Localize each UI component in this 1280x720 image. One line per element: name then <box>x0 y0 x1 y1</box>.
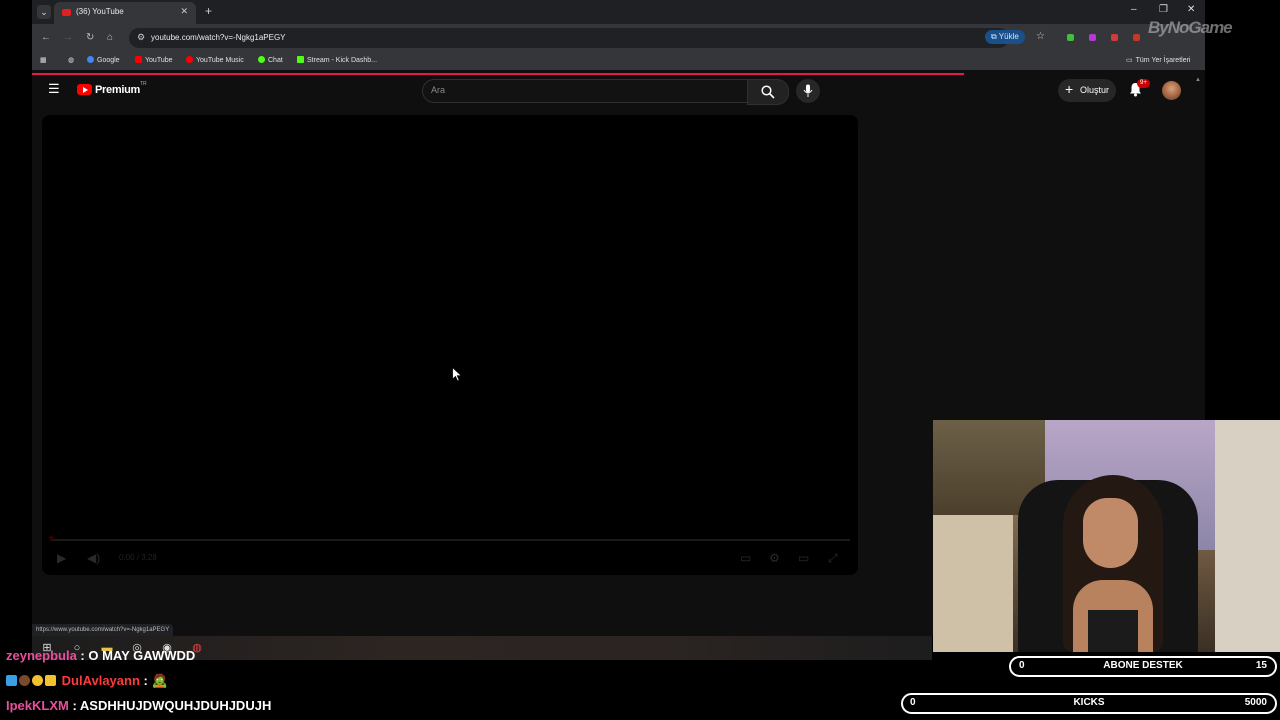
subscriber-goal-bar: 0 ABONE DESTEK 15 <box>1009 656 1277 677</box>
cam-face <box>1083 498 1138 568</box>
apps-grid-icon[interactable]: ▦ <box>40 56 47 64</box>
subtitles-icon[interactable]: ▭ <box>740 551 751 565</box>
chrome-web-icon[interactable]: ◍ <box>68 56 74 64</box>
chat-username: zeynepbula <box>6 648 77 663</box>
restore-icon[interactable]: ❐ <box>1159 4 1168 15</box>
cam-dresser <box>933 515 1013 652</box>
chat-username: IpekKLXM <box>6 698 69 713</box>
forward-icon[interactable]: → <box>63 32 73 43</box>
theater-mode-icon[interactable]: ▭ <box>798 551 809 565</box>
tab-youtube[interactable]: (36) YouTube ✕ <box>54 2 196 24</box>
badge-icon <box>32 675 43 686</box>
bookmark-chat[interactable]: Chat <box>258 56 283 64</box>
video-player[interactable]: ▶ ◀) 0:00 / 3:28 ▭ ⚙ ▭ ⤢ <box>42 115 858 575</box>
progress-scrubber[interactable] <box>49 536 54 541</box>
bookmarks-bar: ▦ ◍ Google YouTube YouTube Music Chat St… <box>32 52 1205 70</box>
chat-message: zeynepbula : O MAY GAWWDD <box>6 648 195 663</box>
plus-icon: + <box>1065 81 1074 97</box>
kick-chat-icon <box>258 56 265 63</box>
install-label: Yükle <box>998 32 1019 41</box>
settings-gear-icon[interactable]: ⚙ <box>769 551 780 565</box>
bookmark-youtube[interactable]: YouTube <box>135 56 173 64</box>
chat-text: 🧟 <box>151 673 168 688</box>
reload-icon[interactable]: ↻ <box>86 32 94 43</box>
minimize-icon[interactable]: – <box>1131 4 1137 15</box>
youtube-icon <box>135 56 142 63</box>
volume-icon[interactable]: ◀) <box>87 551 100 565</box>
voice-search-button[interactable] <box>796 79 820 103</box>
tab-bar: ⌄ (36) YouTube ✕ + – ❐ ✕ <box>32 0 1205 24</box>
goal-label: KICKS <box>1073 697 1105 708</box>
extension-icon[interactable] <box>1111 34 1118 41</box>
chat-separator: : <box>139 673 152 688</box>
url-text[interactable]: youtube.com/watch?v=-Ngkg1aPEGY <box>151 33 286 42</box>
badge-icon <box>19 675 30 686</box>
stream-watermark: ByNoGame <box>1148 18 1233 37</box>
chat-text: O MAY GAWWDD <box>88 648 196 663</box>
new-tab-button[interactable]: + <box>205 4 212 18</box>
chat-message: IpekKLXM : ASDHHUJDWQUHJDUHJDUJH <box>6 698 271 713</box>
logo-text[interactable]: Premium <box>95 84 140 96</box>
youtube-logo-icon[interactable] <box>77 84 92 95</box>
webcam-overlay <box>933 420 1280 652</box>
video-time: 0:00 / 3:28 <box>119 553 157 562</box>
goal-label: ABONE DESTEK <box>1103 660 1183 671</box>
region-code: TR <box>140 81 147 87</box>
avatar[interactable] <box>1162 81 1181 100</box>
extension-icon[interactable] <box>1067 34 1074 41</box>
chat-separator: : <box>76 648 89 663</box>
fullscreen-icon[interactable]: ⤢ <box>828 551 838 566</box>
create-button[interactable]: + Oluştur <box>1058 79 1116 102</box>
site-info-icon[interactable]: ⚙ <box>137 32 145 43</box>
youtube-favicon-icon <box>62 9 71 16</box>
goal-target: 5000 <box>1244 697 1267 708</box>
bookmark-google[interactable]: Google <box>87 56 120 64</box>
link-status-bubble: https://www.youtube.com/watch?v=-Ngkg1aP… <box>32 624 174 636</box>
cam-top <box>1088 610 1138 652</box>
bookmark-youtube-music[interactable]: YouTube Music <box>186 56 244 64</box>
home-icon[interactable]: ⌂ <box>107 32 113 43</box>
chat-username: DulAvlayann <box>61 673 140 688</box>
youtube-header: ☰ Premium TR Ara + Oluştur 9+ <box>32 75 1205 107</box>
create-label: Oluştur <box>1080 85 1110 95</box>
notification-count-badge: 9+ <box>1137 79 1150 88</box>
search-icon <box>761 85 775 99</box>
address-bar[interactable]: ⚙ youtube.com/watch?v=-Ngkg1aPEGY <box>129 28 1009 48</box>
back-icon[interactable]: ← <box>41 32 51 43</box>
close-tab-icon[interactable]: ✕ <box>180 6 188 17</box>
search-input[interactable]: Ara <box>422 79 747 103</box>
video-progress-bar[interactable] <box>50 539 850 541</box>
browser-toolbar: ← → ↻ ⌂ ⚙ youtube.com/watch?v=-Ngkg1aPEG… <box>32 24 1205 52</box>
goal-target: 15 <box>1255 660 1267 671</box>
extension-icon[interactable] <box>1133 34 1140 41</box>
youtube-music-icon <box>186 56 193 63</box>
all-bookmarks[interactable]: ▭ Tüm Yer İşaretleri <box>1126 56 1190 64</box>
badge-icon <box>6 675 17 686</box>
kicks-goal-bar: 0 KICKS 5000 <box>901 693 1277 714</box>
tab-list-button[interactable]: ⌄ <box>37 5 51 19</box>
chat-text: ASDHHUJDWQUHJDUHJDUJH <box>79 698 272 713</box>
search-placeholder: Ara <box>431 85 446 95</box>
menu-icon[interactable]: ☰ <box>48 81 60 97</box>
cam-door <box>1215 420 1280 652</box>
bookmark-kick-dashboard[interactable]: Stream - Kick Dashb... <box>297 56 377 64</box>
tab-title: (36) YouTube <box>76 7 124 16</box>
bookmark-star-icon[interactable]: ☆ <box>1036 31 1045 42</box>
install-app-button[interactable]: ⧉ Yükle <box>985 30 1025 44</box>
chat-separator: : <box>68 698 80 713</box>
chat-message: DulAvlayann : 🧟 <box>6 673 168 689</box>
search-button[interactable] <box>747 79 789 105</box>
folder-icon: ▭ <box>1126 57 1133 64</box>
kick-icon <box>297 56 304 63</box>
microphone-icon <box>803 84 813 97</box>
extension-icon[interactable] <box>1089 34 1096 41</box>
close-window-icon[interactable]: ✕ <box>1187 4 1195 15</box>
google-icon <box>87 56 94 63</box>
scrollbar-up-arrow[interactable]: ▲ <box>1195 77 1201 83</box>
mouse-cursor-icon <box>452 367 462 382</box>
crown-badge-icon <box>45 675 56 686</box>
play-icon[interactable]: ▶ <box>57 551 66 565</box>
